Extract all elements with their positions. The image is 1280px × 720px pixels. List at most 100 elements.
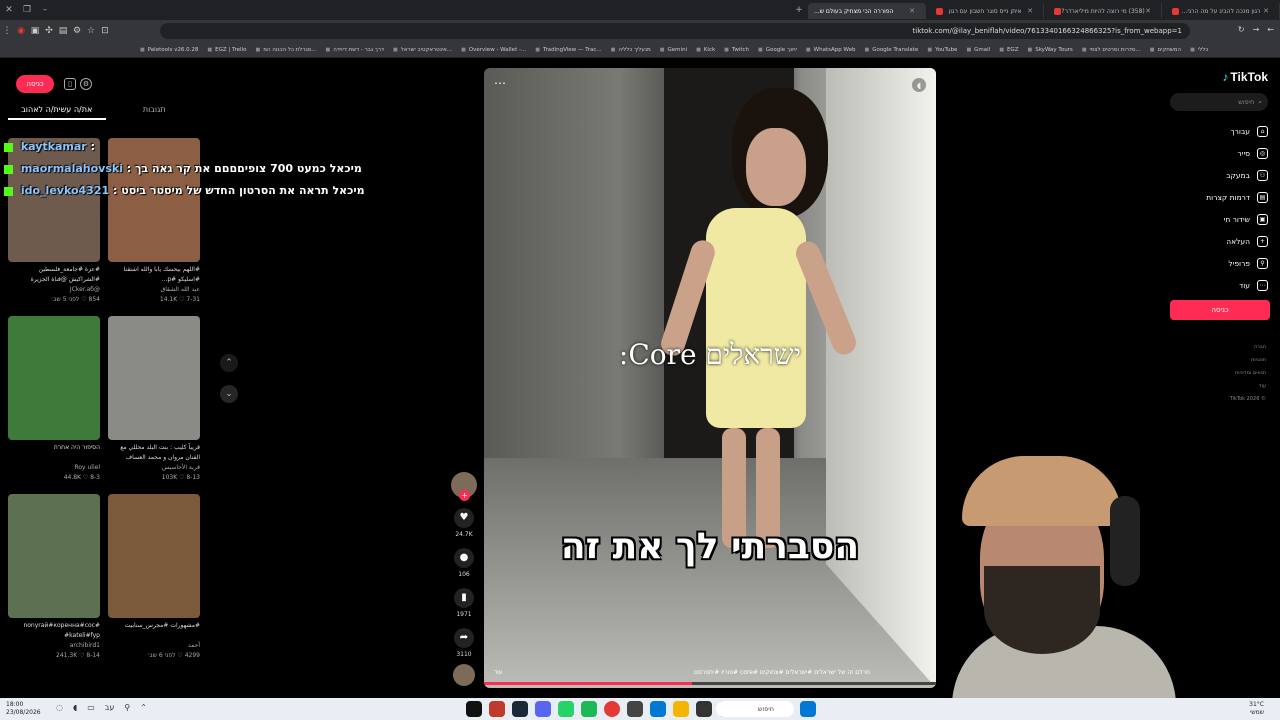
footer-link[interactable]: עוד bbox=[1230, 380, 1266, 393]
bookmark-item[interactable]: WhatsApp Web bbox=[806, 47, 856, 53]
minimize-window-icon[interactable]: – bbox=[36, 5, 54, 15]
extensions-puzzle-icon[interactable]: ✣ bbox=[42, 26, 56, 36]
tiktok-app-icon[interactable] bbox=[466, 701, 482, 717]
video-card-author[interactable]: أحمد bbox=[108, 641, 200, 651]
search-input[interactable]: חיפוש ⌕ bbox=[1170, 93, 1268, 111]
bookmark-icon[interactable]: ▮ bbox=[454, 588, 474, 608]
bookmark-item[interactable]: Paletools v26.0.28 bbox=[140, 47, 199, 53]
login-button[interactable]: כניסה bbox=[1170, 300, 1270, 320]
file-explorer-icon[interactable] bbox=[673, 701, 689, 717]
video-card-author[interactable]: @JCker.аб bbox=[8, 285, 100, 295]
bookmark-item[interactable]: המשחקים bbox=[1150, 47, 1182, 53]
heart-icon[interactable]: ♥ bbox=[454, 508, 474, 528]
previous-video-button[interactable]: ⌃ bbox=[220, 354, 238, 372]
steam-icon[interactable] bbox=[512, 701, 528, 717]
forward-icon[interactable]: → bbox=[1253, 25, 1260, 34]
device-icon[interactable]: ▯ bbox=[64, 78, 76, 90]
extension-icon[interactable]: ◉ bbox=[14, 26, 28, 36]
extension-icon[interactable]: ▤ bbox=[56, 26, 70, 36]
bookmark-item[interactable]: Kick bbox=[696, 47, 715, 53]
network-icon[interactable]: ▭ bbox=[87, 703, 95, 712]
bookmark-item[interactable]: סגרלת כל הכנוה המ... bbox=[255, 47, 316, 53]
close-window-icon[interactable]: ✕ bbox=[0, 5, 18, 15]
nav-item-compass[interactable]: סייר ◎ bbox=[1158, 142, 1268, 164]
video-card-author[interactable]: قرية الأحاسيس bbox=[108, 463, 200, 473]
mic-icon[interactable]: ⚲ bbox=[124, 703, 130, 712]
bookmark-item[interactable]: Twitch bbox=[724, 47, 749, 53]
footer-link[interactable]: חברה bbox=[1230, 341, 1266, 354]
bookmark-item[interactable]: Overview - Wallet -... bbox=[461, 47, 526, 53]
vscode-icon[interactable] bbox=[650, 701, 666, 717]
volume-icon[interactable]: ◖ bbox=[912, 78, 926, 92]
video-thumbnail[interactable] bbox=[108, 316, 200, 440]
bookmark-item[interactable]: מנעליך כלליה bbox=[611, 47, 650, 53]
app-icon[interactable] bbox=[627, 701, 643, 717]
restore-window-icon[interactable]: ❐ bbox=[18, 5, 36, 15]
creator-avatar[interactable]: + bbox=[451, 472, 477, 501]
tab-search-icon[interactable]: ⊡ bbox=[98, 26, 112, 36]
next-video-button[interactable]: ⌄ bbox=[220, 385, 238, 403]
video-card[interactable]: #مشهورات #مجرس_سنابيت أحمد 4299 ♡ לפני 6 ש… bbox=[108, 494, 200, 667]
whatsapp-icon[interactable] bbox=[558, 701, 574, 717]
notification-icon[interactable]: ◌ bbox=[56, 703, 63, 712]
bookmark-item[interactable]: Google Translate bbox=[864, 47, 918, 53]
tab-comments[interactable]: תגובות bbox=[106, 102, 204, 120]
video-thumbnail[interactable] bbox=[8, 316, 100, 440]
app-icon[interactable] bbox=[489, 701, 505, 717]
bookmark-item[interactable]: YouTube bbox=[927, 47, 957, 53]
comment-action[interactable]: ● 106 bbox=[450, 548, 478, 578]
nav-item-drama[interactable]: דרמות קצרות ▤ bbox=[1158, 186, 1268, 208]
save-action[interactable]: ▮ 1971 bbox=[450, 588, 478, 618]
nav-item-home[interactable]: עבורך ⌂ bbox=[1158, 120, 1268, 142]
share-action[interactable]: ➦ 3110 bbox=[450, 628, 478, 658]
share-icon[interactable]: ➦ bbox=[454, 628, 474, 648]
nav-item-more[interactable]: עוד ⋯ bbox=[1158, 274, 1268, 296]
address-bar[interactable]: tiktok.com/@ilay_beniflah/video/76133401… bbox=[160, 23, 1190, 39]
footer-link[interactable]: תוכניות bbox=[1230, 354, 1266, 367]
taskbar-search[interactable]: חיפוש bbox=[716, 701, 794, 717]
extension-icon[interactable]: ▣ bbox=[28, 26, 42, 36]
tiktok-logo[interactable]: ♪ TikTok bbox=[1222, 70, 1268, 84]
nav-item-live[interactable]: שידור חי ▣ bbox=[1158, 208, 1268, 230]
browser-tab[interactable]: ✕ (358) מי רוצה להיות מיליארדר? bbox=[1044, 3, 1162, 19]
settings-icon[interactable]: ⚙ bbox=[80, 78, 92, 90]
menu-icon[interactable]: ⋮ bbox=[0, 26, 14, 36]
chevron-up-icon[interactable]: ⌃ bbox=[140, 703, 147, 712]
close-tab-icon[interactable]: ✕ bbox=[1263, 7, 1269, 15]
video-more-options-icon[interactable]: ⋯ bbox=[494, 76, 506, 90]
comment-icon[interactable]: ● bbox=[454, 548, 474, 568]
bookmark-item[interactable]: Gemini bbox=[660, 47, 688, 53]
video-thumbnail[interactable] bbox=[108, 494, 200, 618]
bookmark-item[interactable]: SkyWay Tours bbox=[1027, 47, 1073, 53]
volume-tray-icon[interactable]: ◖ bbox=[73, 703, 77, 712]
video-card-author[interactable]: archibird1 bbox=[8, 641, 100, 651]
windows-start-icon[interactable] bbox=[800, 701, 816, 717]
bookmark-item[interactable]: Google יחנך bbox=[758, 47, 797, 53]
discord-icon[interactable] bbox=[535, 701, 551, 717]
footer-link[interactable]: תנאים ומדיניות bbox=[1230, 367, 1266, 380]
caption-more-link[interactable]: עוד bbox=[494, 669, 503, 676]
chrome-icon[interactable] bbox=[604, 701, 620, 717]
video-card-author[interactable]: عبد الله الشقاق bbox=[108, 285, 200, 295]
tab-liked[interactable]: את/ה עשית/ה לאהוב bbox=[8, 102, 106, 120]
video-card[interactable]: הסיפור היה אחרת Roy uliel 44.8K ♡ 8-3 bbox=[8, 316, 100, 489]
browser-tab[interactable]: ✕ איתן נייס סוגר חשבון עם רגון bbox=[926, 3, 1044, 19]
language-icon[interactable]: עב bbox=[105, 703, 115, 712]
browser-tab[interactable]: ✕ רגון מנכה להביג על מה הרגי... bbox=[1162, 3, 1280, 19]
bookmark-item[interactable]: EGZ bbox=[999, 47, 1019, 53]
browser-tab[interactable]: ✕ הפוררה הכי מצחיק בעולם ש... bbox=[808, 3, 926, 19]
close-tab-icon[interactable]: ✕ bbox=[1027, 7, 1033, 15]
video-player[interactable]: ⋯ ◖ ישראלים Core: הסברתי לך את זה עוד תר… bbox=[484, 68, 936, 688]
bookmark-item[interactable]: EGZ | Trello bbox=[207, 47, 246, 53]
close-tab-icon[interactable]: ✕ bbox=[1145, 7, 1151, 15]
star-icon[interactable]: ☆ bbox=[84, 26, 98, 36]
bookmark-item[interactable]: דרך גבר - דשת דיוידה bbox=[326, 47, 384, 53]
nav-item-profile[interactable]: פרופיל ⚲ bbox=[1158, 252, 1268, 274]
bookmark-item[interactable]: Gmail bbox=[966, 47, 990, 53]
video-thumbnail[interactable] bbox=[8, 494, 100, 618]
bookmark-item[interactable]: כללי bbox=[1190, 47, 1208, 53]
spotify-icon[interactable] bbox=[581, 701, 597, 717]
music-disc-icon[interactable] bbox=[453, 664, 475, 686]
follow-plus-icon[interactable]: + bbox=[459, 490, 470, 501]
nav-item-upload[interactable]: העלאה + bbox=[1158, 230, 1268, 252]
